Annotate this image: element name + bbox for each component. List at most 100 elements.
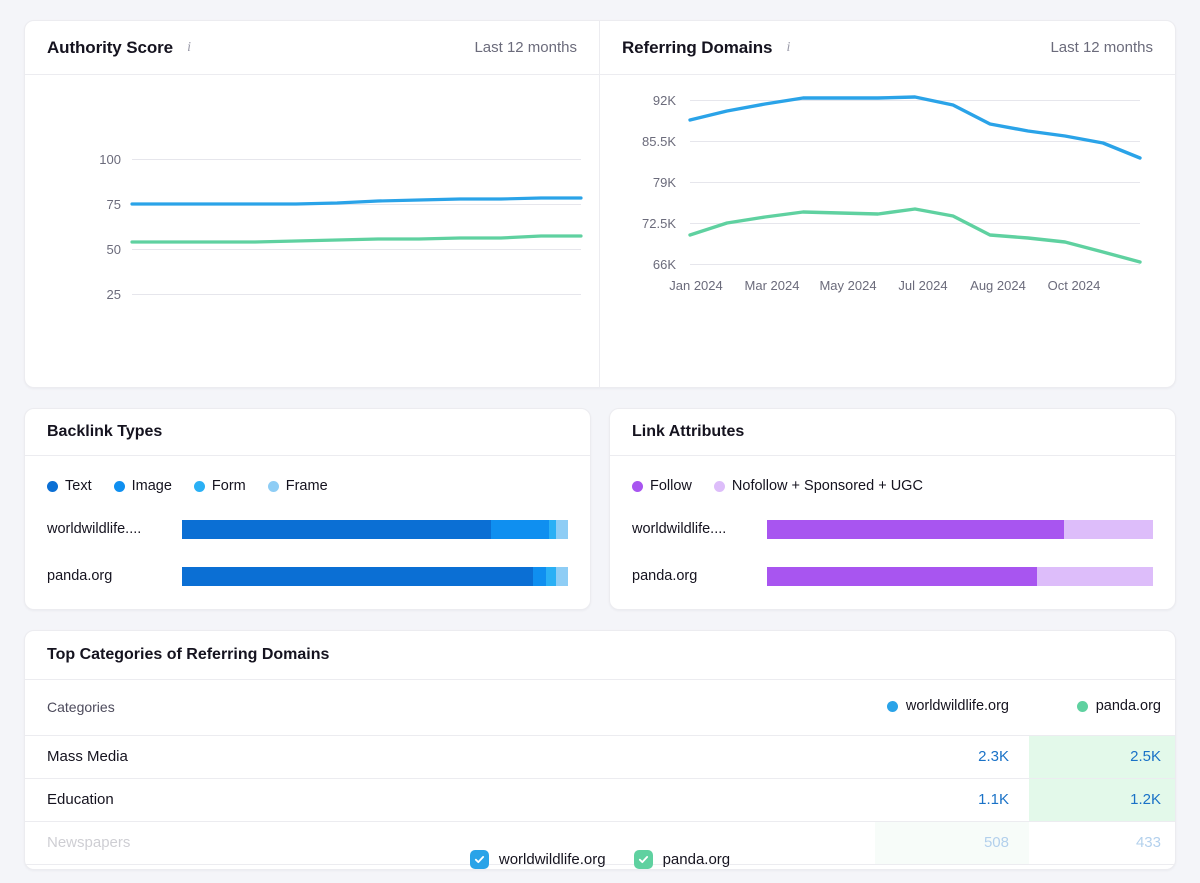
bar-segment-nofollow[interactable] bbox=[1037, 566, 1153, 586]
legend-label: Text bbox=[65, 478, 92, 494]
legend-item-nofollow[interactable]: Nofollow + Sponsored + UGC bbox=[713, 478, 923, 494]
color-dot-icon bbox=[632, 480, 643, 492]
cell-category: Mass Media bbox=[25, 735, 875, 779]
color-dot-icon bbox=[267, 480, 279, 492]
cell-value-panda[interactable]: 2.5K bbox=[1029, 735, 1175, 779]
page-title: Authority Score bbox=[47, 37, 174, 57]
top-categories-table: Categories worldwildlife.org panda.org M… bbox=[25, 680, 1175, 865]
column-header-panda: panda.org bbox=[1029, 680, 1175, 736]
link-attributes-title: Link Attributes bbox=[632, 423, 745, 440]
middle-row: Backlink Types Text Image Form Frame wor… bbox=[24, 408, 1176, 610]
backlink-types-title: Backlink Types bbox=[47, 423, 163, 440]
table-row: Mass Media 2.3K 2.5K bbox=[25, 735, 1175, 779]
stacked-bar[interactable] bbox=[767, 519, 1153, 539]
series-line-worldwildlife bbox=[688, 95, 1142, 160]
legend-label: Image bbox=[131, 478, 172, 494]
series-line-worldwildlife bbox=[130, 196, 583, 206]
svg-text:Jan 2024: Jan 2024 bbox=[669, 278, 723, 293]
y-axis-labels: 92K 85.5K 79K 72.5K 66K bbox=[642, 93, 676, 272]
table-row: Education 1.1K 1.2K bbox=[25, 778, 1175, 822]
referring-domains-range: Last 12 months bbox=[1050, 39, 1153, 56]
referring-domains-title: Referring Domains bbox=[622, 37, 773, 57]
svg-text:Mar 2024: Mar 2024 bbox=[745, 278, 800, 293]
referring-domains-chart: 92K 85.5K 79K 72.5K 66K Jan 2024 Mar 202… bbox=[600, 75, 1175, 307]
table-row: Newspapers 508 433 bbox=[25, 821, 1175, 865]
bar-segment-follow[interactable] bbox=[767, 519, 1065, 539]
cell-value-worldwildlife[interactable]: 508 bbox=[875, 821, 1029, 865]
cell-category: Newspapers bbox=[25, 821, 875, 865]
legend-label: Follow bbox=[650, 478, 692, 494]
dashboard-page: Authority Score i Last 12 months 100 75 bbox=[0, 0, 1200, 883]
svg-text:72.5K: 72.5K bbox=[642, 216, 676, 231]
stacked-bar[interactable] bbox=[182, 519, 568, 539]
backlink-types-header: Backlink Types bbox=[25, 409, 590, 456]
legend-label: Nofollow + Sponsored + UGC bbox=[731, 478, 923, 494]
link-attributes-legend: Follow Nofollow + Sponsored + UGC bbox=[632, 478, 1153, 494]
legend-label: Frame bbox=[285, 478, 328, 494]
color-dot-icon bbox=[713, 480, 725, 492]
svg-text:75: 75 bbox=[107, 197, 121, 212]
bar-segment-image[interactable] bbox=[533, 566, 547, 586]
authority-score-range: Last 12 months bbox=[474, 39, 577, 56]
stacked-bar[interactable] bbox=[182, 566, 568, 586]
x-axis-labels: Jan 2024 Mar 2024 May 2024 Jul 2024 Aug … bbox=[669, 278, 1100, 293]
top-categories-title: Top Categories of Referring Domains bbox=[47, 646, 330, 663]
cell-value-worldwildlife[interactable]: 2.3K bbox=[875, 735, 1029, 779]
svg-text:25: 25 bbox=[107, 287, 121, 302]
svg-text:May 2024: May 2024 bbox=[819, 278, 876, 293]
authority-score-plot: 100 75 50 25 0 Jan 2024 Mar 2024 May 202… bbox=[99, 152, 583, 302]
svg-text:Jul 2024: Jul 2024 bbox=[898, 278, 947, 293]
column-header-label: panda.org bbox=[1095, 698, 1161, 714]
svg-text:79K: 79K bbox=[653, 175, 676, 190]
svg-text:Oct 2024: Oct 2024 bbox=[1048, 278, 1101, 293]
color-dot-icon bbox=[47, 480, 58, 492]
bar-segment-text[interactable] bbox=[182, 519, 491, 539]
series-line-panda bbox=[130, 234, 583, 244]
bar-segment-text[interactable] bbox=[182, 566, 534, 586]
bar-segment-form[interactable] bbox=[546, 566, 557, 586]
cell-category: Education bbox=[25, 778, 875, 822]
cell-value-panda[interactable]: 433 bbox=[1029, 821, 1175, 865]
bar-label: worldwildlife.... bbox=[632, 521, 727, 537]
bar-row: panda.org bbox=[632, 561, 1153, 591]
link-attributes-body: Follow Nofollow + Sponsored + UGC worldw… bbox=[610, 456, 1175, 608]
referring-domains-plot: 92K 85.5K 79K 72.5K 66K Jan 2024 Mar 202… bbox=[642, 93, 1142, 293]
y-axis-labels: 100 75 50 25 0 bbox=[99, 152, 121, 302]
svg-text:Aug 2024: Aug 2024 bbox=[970, 278, 1026, 293]
info-icon[interactable]: i bbox=[781, 40, 795, 56]
top-categories-header: Top Categories of Referring Domains bbox=[25, 631, 1175, 680]
bar-segment-frame[interactable] bbox=[556, 566, 568, 586]
bar-label: worldwildlife.... bbox=[47, 521, 142, 537]
authority-score-header: Authority Score i Last 12 months bbox=[25, 21, 599, 75]
stacked-bar[interactable] bbox=[767, 566, 1153, 586]
bar-segment-frame[interactable] bbox=[556, 519, 568, 539]
bar-row: worldwildlife.... bbox=[47, 514, 568, 544]
legend-item-image[interactable]: Image bbox=[113, 478, 172, 494]
svg-text:100: 100 bbox=[99, 152, 121, 167]
color-dot-icon bbox=[1076, 700, 1088, 712]
cell-value-panda[interactable]: 1.2K bbox=[1029, 778, 1175, 822]
bar-row: panda.org bbox=[47, 561, 568, 591]
column-header-worldwildlife: worldwildlife.org bbox=[875, 680, 1029, 736]
bar-segment-nofollow[interactable] bbox=[1064, 519, 1153, 539]
referring-domains-header: Referring Domains i Last 12 months bbox=[600, 21, 1175, 75]
legend-item-frame[interactable]: Frame bbox=[267, 478, 328, 494]
legend-item-form[interactable]: Form bbox=[193, 478, 246, 494]
legend-item-follow[interactable]: Follow bbox=[632, 478, 692, 494]
backlink-types-legend: Text Image Form Frame bbox=[47, 478, 568, 494]
link-attributes-header: Link Attributes bbox=[610, 409, 1175, 456]
charts-card: Authority Score i Last 12 months 100 75 bbox=[24, 20, 1176, 869]
bar-segment-follow[interactable] bbox=[767, 566, 1038, 586]
column-header-label: worldwildlife.org bbox=[905, 698, 1009, 714]
svg-text:92K: 92K bbox=[653, 93, 676, 108]
info-icon[interactable]: i bbox=[182, 40, 196, 56]
link-attributes-card: Link Attributes Follow Nofollow + Sponso… bbox=[609, 408, 1176, 610]
color-dot-icon bbox=[193, 480, 205, 492]
bar-segment-image[interactable] bbox=[490, 519, 550, 539]
bar-segment-form[interactable] bbox=[549, 519, 557, 539]
referring-domains-panel: Referring Domains i Last 12 months 92K 8… bbox=[600, 21, 1175, 387]
legend-item-text[interactable]: Text bbox=[47, 478, 92, 494]
backlink-types-body: Text Image Form Frame worldwildlife.... … bbox=[25, 456, 590, 608]
cell-value-worldwildlife[interactable]: 1.1K bbox=[875, 778, 1029, 822]
color-dot-icon bbox=[113, 480, 125, 492]
